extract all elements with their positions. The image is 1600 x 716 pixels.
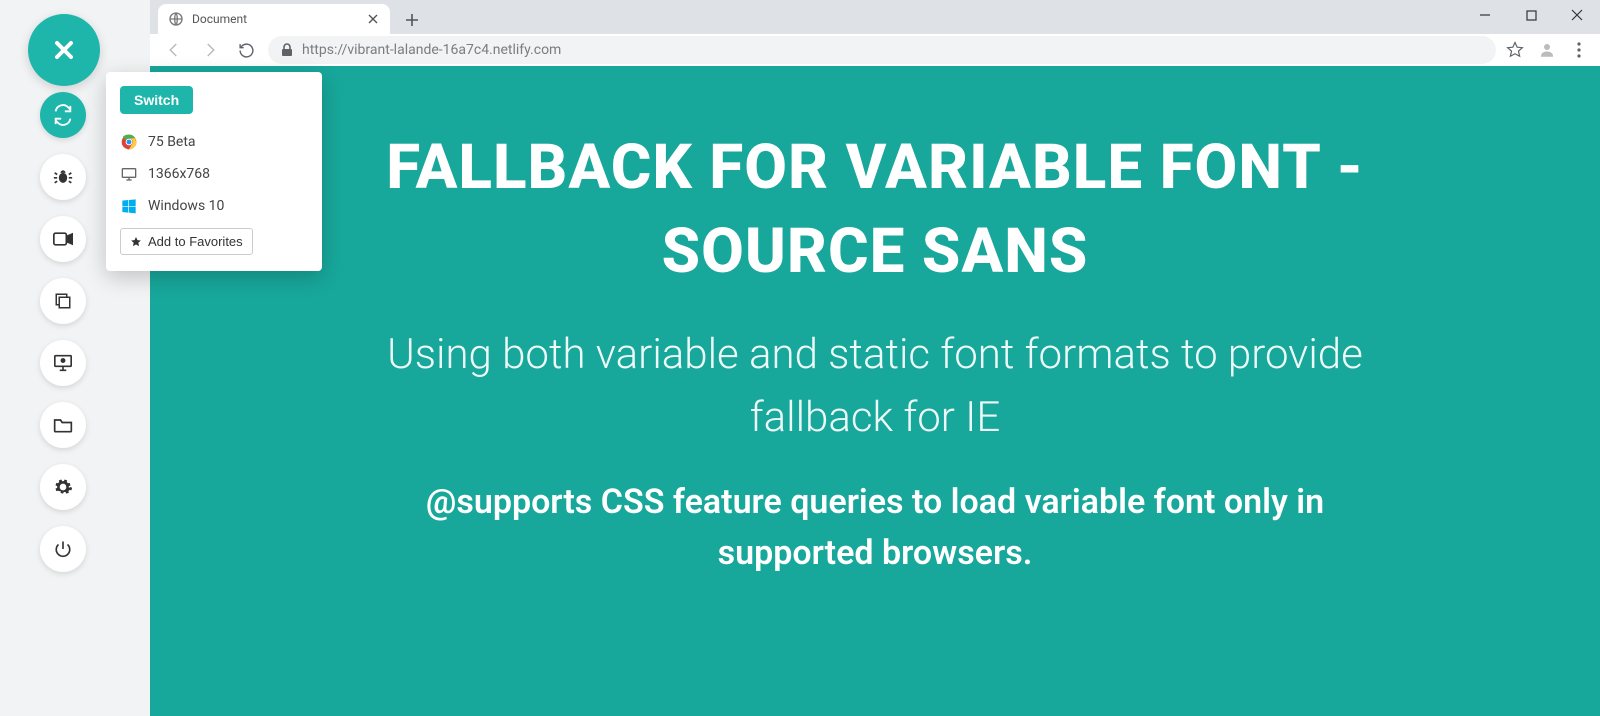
record-video-button[interactable] xyxy=(40,216,86,262)
page-subtitle: Using both variable and static font form… xyxy=(350,323,1400,449)
profile-icon[interactable] xyxy=(1536,39,1558,61)
os-row: Windows 10 xyxy=(120,190,308,222)
star-icon[interactable] xyxy=(1504,39,1526,61)
local-testing-button[interactable] xyxy=(40,340,86,386)
new-tab-button[interactable] xyxy=(398,6,426,34)
report-bug-button[interactable] xyxy=(40,154,86,200)
os-text: Windows 10 xyxy=(148,198,224,214)
tab-title: Document xyxy=(192,12,247,26)
maximize-button[interactable] xyxy=(1508,0,1554,30)
window-controls xyxy=(1462,0,1600,34)
resolution-text: 1366x768 xyxy=(148,166,210,182)
files-button[interactable] xyxy=(40,402,86,448)
stop-session-button[interactable] xyxy=(40,526,86,572)
forward-button[interactable] xyxy=(196,36,224,64)
browser-toolbar: https://vibrant-lalande-16a7c4.netlify.c… xyxy=(150,34,1600,66)
settings-button[interactable] xyxy=(40,464,86,510)
minimize-button[interactable] xyxy=(1462,0,1508,30)
star-filled-icon xyxy=(130,236,142,248)
close-window-button[interactable] xyxy=(1554,0,1600,30)
session-info-popover: Switch 75 Beta 1366x768 Windows 10 Add t… xyxy=(106,72,322,271)
page-content: FALLBACK FOR VARIABLE FONT - SOURCE SANS… xyxy=(150,66,1600,716)
monitor-icon xyxy=(120,165,138,183)
reload-button[interactable] xyxy=(232,36,260,64)
switch-button[interactable]: Switch xyxy=(120,86,193,114)
browser-tab[interactable]: Document xyxy=(158,4,390,34)
lock-icon xyxy=(280,43,294,57)
page-supports-text: @supports CSS feature queries to load va… xyxy=(395,477,1355,579)
windows-icon xyxy=(120,197,138,215)
browser-chrome: Document xyxy=(150,0,1600,66)
browser-version-row: 75 Beta xyxy=(120,126,308,158)
switch-browser-button[interactable] xyxy=(40,92,86,138)
kebab-menu-icon[interactable] xyxy=(1568,39,1590,61)
page-heading: FALLBACK FOR VARIABLE FONT - SOURCE SANS xyxy=(325,126,1425,293)
close-tab-icon[interactable] xyxy=(366,12,380,26)
close-toolbar-button[interactable] xyxy=(28,14,100,86)
add-to-favorites-button[interactable]: Add to Favorites xyxy=(120,228,253,255)
globe-icon xyxy=(168,11,184,27)
tab-strip: Document xyxy=(150,0,1600,34)
back-button[interactable] xyxy=(160,36,188,64)
rail-buttons xyxy=(40,92,86,572)
url-text: https://vibrant-lalande-16a7c4.netlify.c… xyxy=(302,42,561,58)
chrome-icon xyxy=(120,133,138,151)
address-bar[interactable]: https://vibrant-lalande-16a7c4.netlify.c… xyxy=(268,36,1496,64)
screenshots-button[interactable] xyxy=(40,278,86,324)
browser-version-text: 75 Beta xyxy=(148,134,196,150)
favorites-label: Add to Favorites xyxy=(148,234,243,249)
resolution-row: 1366x768 xyxy=(120,158,308,190)
